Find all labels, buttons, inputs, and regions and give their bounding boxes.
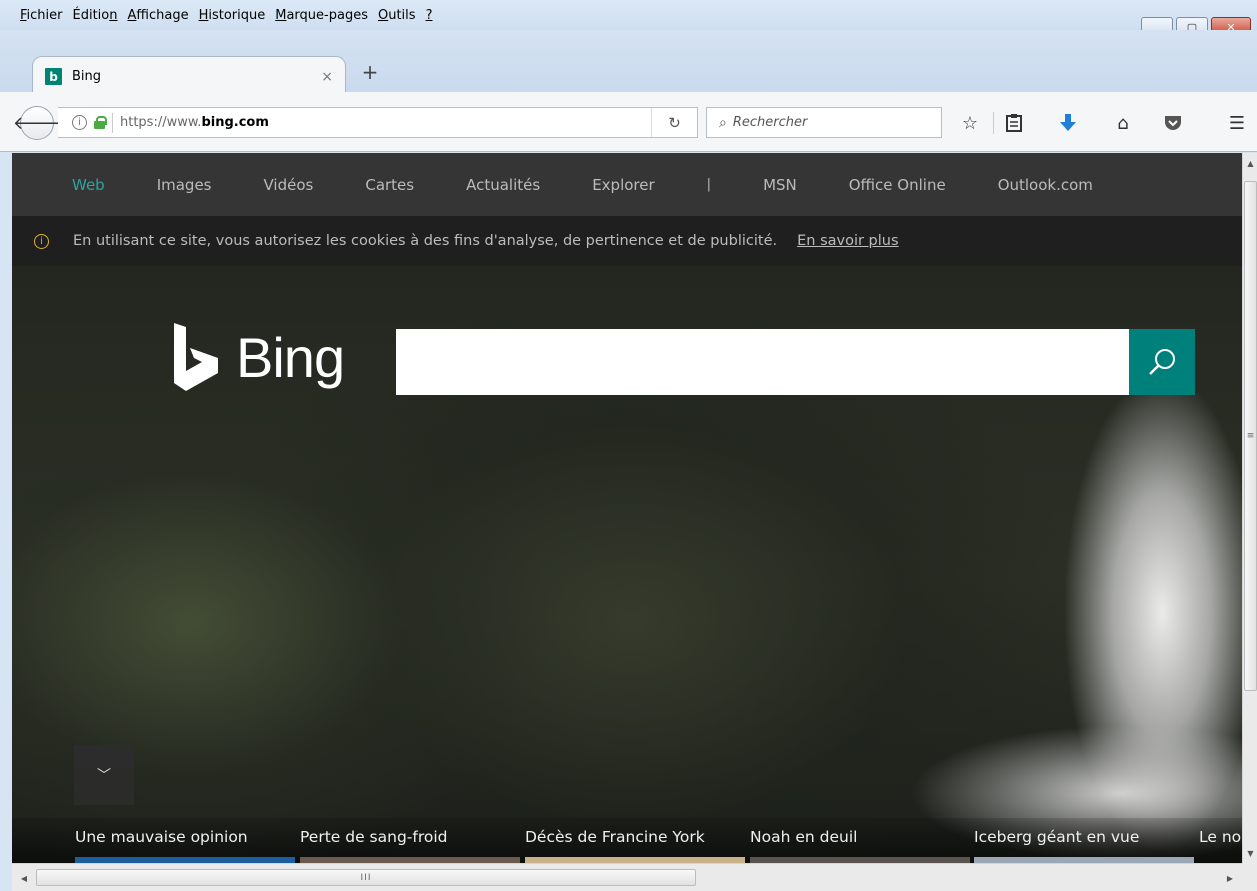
bing-homepage: Web Images Vidéos Cartes Actualités Expl… <box>12 153 1242 863</box>
news-item[interactable]: Décès de Francine York <box>525 828 705 846</box>
reload-button[interactable]: ↻ <box>651 108 697 137</box>
bing-logo[interactable]: Bing <box>172 321 345 393</box>
back-button[interactable]: 🡐 <box>13 106 61 140</box>
nav-cartes[interactable]: Cartes <box>365 176 414 194</box>
horizontal-scrollbar[interactable]: ◀ III ▶ <box>12 863 1242 891</box>
open-menu-button[interactable]: ☰ <box>1224 111 1250 135</box>
nav-outlook[interactable]: Outlook.com <box>998 176 1093 194</box>
reading-list-button[interactable] <box>1001 111 1027 135</box>
window-border <box>0 153 12 891</box>
nav-actualites[interactable]: Actualités <box>466 176 540 194</box>
url-text[interactable]: https://www.bing.com <box>120 115 269 130</box>
scroll-right-icon[interactable]: ▶ <box>1222 870 1238 886</box>
search-icon <box>1149 349 1175 375</box>
menu-edition[interactable]: Édition <box>73 8 118 23</box>
bing-logo-icon <box>174 323 218 391</box>
url-bar[interactable]: i https://www.bing.com ↻ <box>58 107 698 138</box>
news-carousel: Une mauvaise opinion Perte de sang-froid… <box>12 818 1242 863</box>
info-icon: i <box>34 233 49 249</box>
pocket-icon <box>1165 116 1181 130</box>
nav-separator: | <box>706 177 712 192</box>
chevron-down-icon: ﹀ <box>97 768 111 784</box>
bing-logo-text: Bing <box>236 325 345 389</box>
new-tab-button[interactable]: + <box>358 60 382 84</box>
nav-images[interactable]: Images <box>157 176 212 194</box>
nav-explorer[interactable]: Explorer <box>592 176 654 194</box>
tab-bing[interactable]: b Bing × <box>32 56 346 96</box>
home-button[interactable]: ⌂ <box>1110 111 1136 135</box>
menu-help[interactable]: ? <box>426 8 433 23</box>
vertical-scrollbar[interactable]: ▲ ≡ ▼ <box>1242 153 1257 863</box>
browser-search-bar[interactable]: ⌕ <box>706 107 942 138</box>
nav-videos[interactable]: Vidéos <box>264 176 314 194</box>
lock-icon[interactable] <box>94 116 107 129</box>
tab-strip: b Bing × + <box>0 30 1257 96</box>
info-icon[interactable]: i <box>72 115 87 130</box>
menu-outils[interactable]: Outils <box>378 8 416 23</box>
nav-office-online[interactable]: Office Online <box>849 176 946 194</box>
news-item[interactable]: Perte de sang-froid <box>300 828 448 846</box>
scroll-up-icon[interactable]: ▲ <box>1243 155 1257 171</box>
bing-search-input[interactable] <box>396 329 1129 395</box>
browser-search-input[interactable] <box>732 115 923 130</box>
navigation-toolbar: 🡐 i https://www.bing.com ↻ ⌕ ☆ ⌂ ☰ <box>0 92 1257 152</box>
pocket-button[interactable] <box>1160 111 1186 135</box>
menu-fichier[interactable]: Fichier <box>20 8 63 23</box>
bing-top-nav: Web Images Vidéos Cartes Actualités Expl… <box>12 153 1242 216</box>
news-item[interactable]: Le no <box>1199 828 1241 846</box>
cookie-banner: i En utilisant ce site, vous autorisez l… <box>12 216 1242 266</box>
url-separator <box>112 112 113 133</box>
menu-affichage[interactable]: Affichage <box>128 8 189 23</box>
vertical-scroll-thumb[interactable]: ≡ <box>1244 181 1257 691</box>
download-arrow-icon <box>1060 114 1076 131</box>
toolbar-separator <box>993 112 994 134</box>
bing-search-button[interactable] <box>1129 329 1195 395</box>
menu-historique[interactable]: Historique <box>199 8 266 23</box>
scroll-left-icon[interactable]: ◀ <box>16 870 32 886</box>
bing-favicon-icon: b <box>45 68 62 85</box>
scroll-down-button[interactable]: ﹀ <box>74 745 134 805</box>
home-icon: ⌂ <box>1117 112 1129 134</box>
grip-icon: III <box>360 872 372 883</box>
nav-web[interactable]: Web <box>72 176 105 194</box>
clipboard-icon <box>1006 114 1022 132</box>
scrollbar-corner <box>1242 863 1257 891</box>
bing-search-box[interactable] <box>396 329 1129 395</box>
reload-icon: ↻ <box>668 113 681 132</box>
downloads-button[interactable] <box>1055 111 1081 135</box>
tab-title: Bing <box>72 69 102 84</box>
news-item[interactable]: Noah en deuil <box>750 828 857 846</box>
back-arrow-icon: 🡐 <box>12 112 62 134</box>
menu-bar: Fichier Édition Affichage Historique Mar… <box>0 0 1257 30</box>
grip-icon: ≡ <box>1246 431 1255 441</box>
bookmark-star-button[interactable]: ☆ <box>957 111 983 135</box>
scroll-down-icon[interactable]: ▼ <box>1243 845 1257 861</box>
hamburger-menu-icon: ☰ <box>1228 112 1246 134</box>
cookie-learn-more-link[interactable]: En savoir plus <box>797 233 898 249</box>
search-icon: ⌕ <box>719 114 727 131</box>
tab-close-icon[interactable]: × <box>321 69 333 85</box>
menu-marque-pages[interactable]: Marque-pages <box>275 8 368 23</box>
star-icon: ☆ <box>961 112 979 134</box>
news-item[interactable]: Iceberg géant en vue <box>974 828 1139 846</box>
cookie-message: En utilisant ce site, vous autorisez les… <box>73 233 778 249</box>
horizontal-scroll-thumb[interactable]: III <box>36 869 696 886</box>
nav-msn[interactable]: MSN <box>763 176 797 194</box>
news-item[interactable]: Une mauvaise opinion <box>75 828 248 846</box>
